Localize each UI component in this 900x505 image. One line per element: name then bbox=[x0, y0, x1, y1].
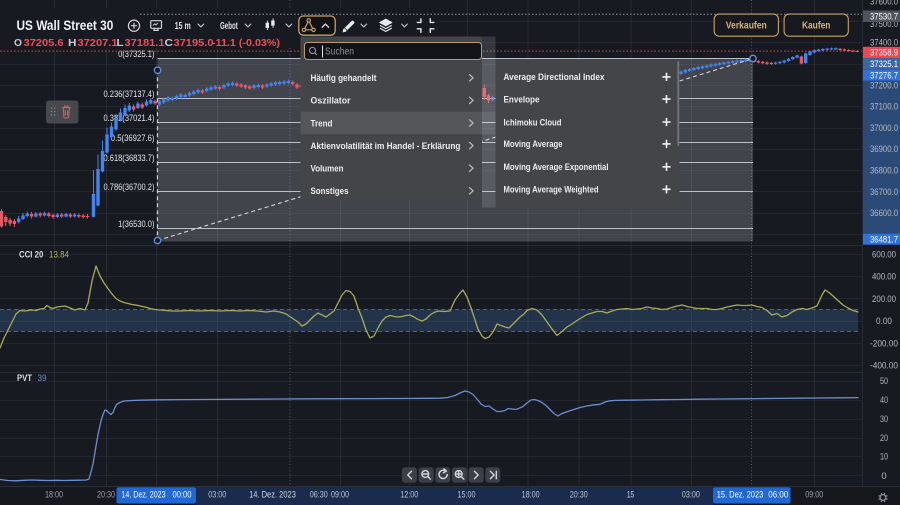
svg-text:14. Dez. 2023: 14. Dez. 2023 bbox=[122, 490, 166, 500]
svg-text:Moving Average Weighted: Moving Average Weighted bbox=[504, 185, 599, 196]
svg-text:37200.0: 37200.0 bbox=[870, 80, 898, 91]
svg-text:Average Directional Index: Average Directional Index bbox=[504, 72, 606, 83]
svg-text:CCI 20: CCI 20 bbox=[19, 249, 43, 260]
svg-text:Ichimoku Cloud: Ichimoku Cloud bbox=[504, 117, 562, 128]
svg-text:40: 40 bbox=[880, 395, 888, 406]
svg-text:03:00: 03:00 bbox=[682, 490, 700, 500]
svg-text:09:00: 09:00 bbox=[805, 490, 823, 500]
svg-text:Envelope: Envelope bbox=[504, 94, 540, 105]
svg-text:1(36530.0): 1(36530.0) bbox=[118, 219, 154, 229]
svg-text:Aktienvolatilität im Handel -: Aktienvolatilität im Handel - Erklärung bbox=[311, 141, 461, 152]
svg-text:0.00: 0.00 bbox=[876, 316, 892, 327]
svg-text:15 m: 15 m bbox=[175, 21, 191, 32]
svg-text:US Wall Street 30: US Wall Street 30 bbox=[17, 18, 114, 33]
svg-text:37181.1: 37181.1 bbox=[125, 38, 165, 49]
svg-text:-200.00: -200.00 bbox=[870, 338, 898, 349]
svg-text:36700.0: 36700.0 bbox=[870, 187, 898, 198]
svg-text:15: 15 bbox=[627, 490, 634, 500]
svg-text:00:00: 00:00 bbox=[173, 490, 192, 500]
svg-text:0.382(37021.4): 0.382(37021.4) bbox=[104, 113, 155, 123]
svg-text:18:00: 18:00 bbox=[45, 490, 63, 500]
svg-text:0.618(36833.7): 0.618(36833.7) bbox=[104, 153, 155, 163]
svg-text:Trend: Trend bbox=[311, 118, 333, 129]
svg-text:Häufig gehandelt: Häufig gehandelt bbox=[311, 73, 378, 84]
svg-text:12:00: 12:00 bbox=[400, 490, 418, 500]
svg-text:13.84: 13.84 bbox=[49, 249, 69, 260]
svg-text:0.236(37137.4): 0.236(37137.4) bbox=[104, 89, 155, 99]
svg-text:03:00: 03:00 bbox=[208, 490, 226, 500]
svg-text:36900.0: 36900.0 bbox=[870, 144, 898, 155]
svg-text:37600.0: 37600.0 bbox=[870, 0, 898, 7]
svg-text:37000.0: 37000.0 bbox=[870, 123, 898, 134]
svg-text:Moving Average: Moving Average bbox=[504, 139, 563, 150]
svg-text:Verkaufen: Verkaufen bbox=[726, 20, 767, 32]
svg-text:10: 10 bbox=[880, 452, 888, 463]
svg-text:O: O bbox=[14, 38, 22, 49]
svg-text:600.00: 600.00 bbox=[872, 249, 896, 260]
svg-text:09:00: 09:00 bbox=[331, 490, 349, 500]
svg-text:-11.1 (-0.03%): -11.1 (-0.03%) bbox=[212, 38, 280, 49]
svg-text:37530.7: 37530.7 bbox=[870, 12, 898, 23]
svg-text:30: 30 bbox=[880, 414, 888, 425]
svg-text:18:00: 18:00 bbox=[522, 490, 540, 500]
svg-text:0: 0 bbox=[881, 471, 886, 482]
svg-text:36600.0: 36600.0 bbox=[870, 208, 898, 219]
svg-text:14. Dez. 2023: 14. Dez. 2023 bbox=[249, 490, 296, 500]
svg-text:39: 39 bbox=[38, 373, 47, 384]
svg-text:37100.0: 37100.0 bbox=[870, 102, 898, 113]
svg-text:06:30: 06:30 bbox=[310, 490, 328, 500]
svg-text:Oszillator: Oszillator bbox=[311, 96, 351, 107]
svg-text:50: 50 bbox=[880, 376, 888, 387]
svg-text:400.00: 400.00 bbox=[872, 272, 896, 283]
svg-text:37195.0: 37195.0 bbox=[174, 38, 214, 49]
svg-text:Suchen: Suchen bbox=[325, 45, 354, 57]
svg-text:Volumen: Volumen bbox=[311, 164, 344, 175]
svg-text:37358.9: 37358.9 bbox=[870, 48, 898, 59]
svg-text:PVT: PVT bbox=[17, 373, 32, 384]
svg-text:37205.6: 37205.6 bbox=[24, 38, 64, 49]
svg-text:37276.7: 37276.7 bbox=[870, 70, 898, 81]
svg-text:20:30: 20:30 bbox=[97, 490, 115, 500]
svg-text:C: C bbox=[165, 38, 174, 49]
svg-text:Moving Average Exponential: Moving Average Exponential bbox=[504, 162, 609, 173]
svg-text:15:00: 15:00 bbox=[458, 490, 476, 500]
svg-text:H: H bbox=[68, 38, 77, 49]
svg-text:36481.7: 36481.7 bbox=[870, 235, 898, 246]
svg-text:37207.1: 37207.1 bbox=[78, 38, 118, 49]
svg-text:0.786(36700.2): 0.786(36700.2) bbox=[104, 182, 155, 192]
svg-text:36800.0: 36800.0 bbox=[870, 166, 898, 177]
svg-text:Gebot: Gebot bbox=[220, 21, 238, 32]
svg-text:Sonstiges: Sonstiges bbox=[311, 186, 349, 197]
svg-text:-400.00: -400.00 bbox=[870, 361, 898, 372]
svg-text:Kaufen: Kaufen bbox=[802, 20, 831, 32]
svg-text:20: 20 bbox=[880, 433, 888, 444]
svg-text:37325.1: 37325.1 bbox=[870, 59, 898, 70]
svg-text:20:30: 20:30 bbox=[570, 490, 588, 500]
svg-text:0.5(36927.6): 0.5(36927.6) bbox=[111, 133, 155, 143]
svg-text:15. Dez. 2023: 15. Dez. 2023 bbox=[717, 490, 764, 500]
svg-text:200.00: 200.00 bbox=[872, 294, 896, 305]
svg-text:06:00: 06:00 bbox=[768, 490, 788, 500]
svg-text:L: L bbox=[117, 38, 124, 49]
